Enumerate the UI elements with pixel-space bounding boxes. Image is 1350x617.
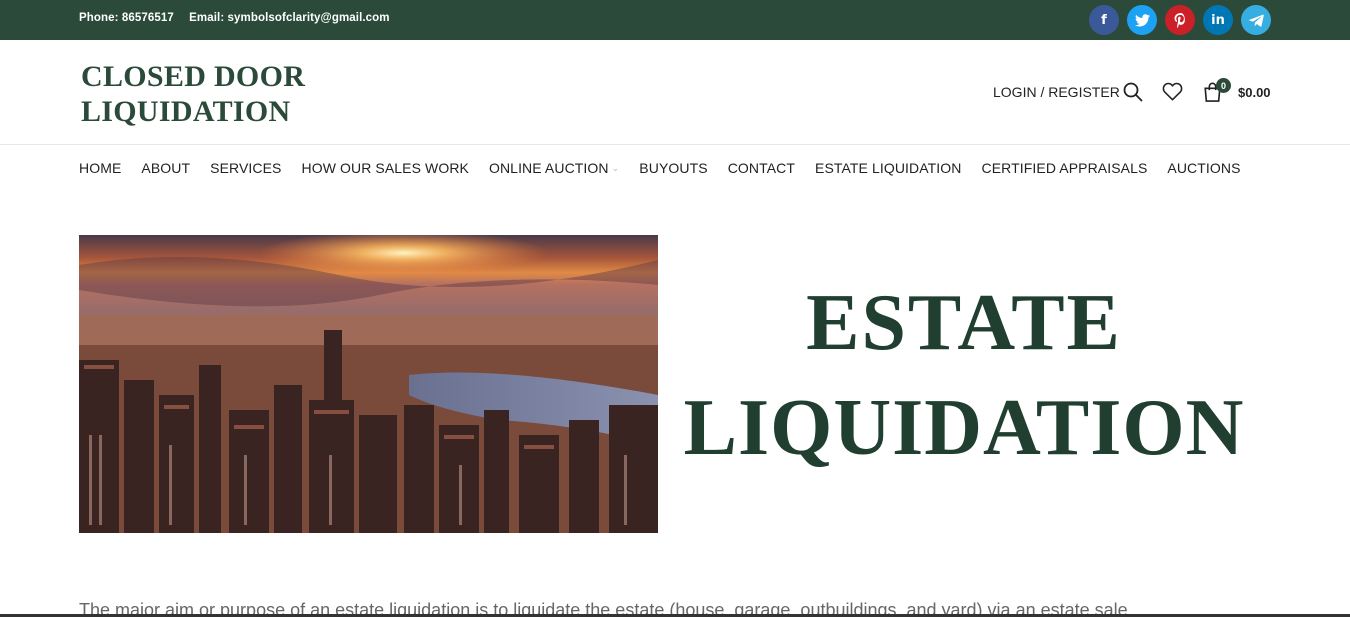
nav-estate-liquidation[interactable]: ESTATE LIQUIDATION [815, 160, 961, 176]
site-header: CLOSED DOOR LIQUIDATION LOGIN / REGISTER… [0, 40, 1350, 145]
nav-services[interactable]: SERVICES [210, 160, 281, 176]
email-text[interactable]: Email: symbolsofclarity@gmail.com [189, 12, 390, 24]
phone-text: Phone: 86576517 [79, 12, 174, 24]
contact-info: Phone: 86576517 Email: symbolsofclarity@… [79, 12, 402, 24]
site-logo[interactable]: CLOSED DOOR LIQUIDATION [81, 59, 305, 129]
wishlist-heart-icon[interactable] [1162, 82, 1183, 101]
nav-about[interactable]: ABOUT [141, 160, 190, 176]
logo-line-2: LIQUIDATION [81, 95, 291, 128]
nav-online-auction[interactable]: ONLINE AUCTION ⌄ [489, 160, 619, 176]
nav-home[interactable]: HOME [79, 160, 121, 176]
nav-how-our-sales-work[interactable]: HOW OUR SALES WORK [302, 160, 469, 176]
nav-auctions[interactable]: AUCTIONS [1167, 160, 1240, 176]
twitter-icon[interactable] [1127, 5, 1157, 35]
pinterest-icon[interactable] [1165, 5, 1195, 35]
facebook-icon[interactable]: f [1089, 5, 1119, 35]
cart-count-badge: 0 [1216, 78, 1231, 93]
logo-line-1: CLOSED DOOR [81, 60, 306, 93]
hero-title-line-1: ESTATE [806, 279, 1122, 367]
nav-buyouts[interactable]: BUYOUTS [639, 160, 707, 176]
city-skyline-image [79, 235, 658, 533]
hero-title-line-2: LIQUIDATION [683, 384, 1245, 472]
login-register-link[interactable]: LOGIN / REGISTER [993, 84, 1120, 100]
hero-title: ESTATE LIQUIDATION [658, 278, 1270, 488]
nav-contact[interactable]: CONTACT [728, 160, 795, 176]
main-navigation: HOME ABOUT SERVICES HOW OUR SALES WORK O… [79, 160, 1241, 176]
cart-total[interactable]: $0.00 [1238, 85, 1271, 100]
telegram-icon[interactable] [1241, 5, 1271, 35]
social-links: f in [1089, 5, 1271, 35]
search-icon[interactable] [1123, 82, 1143, 102]
linkedin-icon[interactable]: in [1203, 5, 1233, 35]
nav-certified-appraisals[interactable]: CERTIFIED APPRAISALS [982, 160, 1148, 176]
chevron-down-icon: ⌄ [611, 162, 620, 173]
top-bar: Phone: 86576517 Email: symbolsofclarity@… [0, 0, 1350, 40]
